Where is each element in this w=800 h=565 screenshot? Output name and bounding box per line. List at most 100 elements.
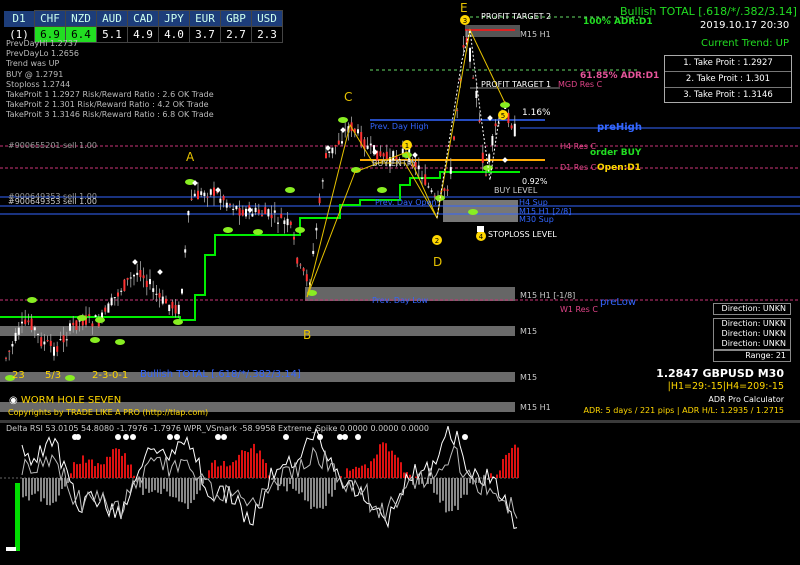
spike-dot xyxy=(355,434,361,440)
histogram-bar xyxy=(346,468,348,478)
histogram-bar xyxy=(385,443,387,478)
candle-body xyxy=(104,307,107,312)
svg-text:4: 4 xyxy=(479,233,484,241)
candle-body xyxy=(107,303,110,313)
histogram-bar xyxy=(439,478,441,503)
candle-body xyxy=(165,298,167,304)
histogram-bar xyxy=(310,478,312,509)
histogram-bar xyxy=(28,478,30,501)
candle-body xyxy=(289,221,292,226)
order-label[interactable]: #900655201 sell 1.00 xyxy=(8,141,97,150)
candle-body xyxy=(321,180,324,182)
ccy-value: 2.7 xyxy=(220,26,252,43)
candle-body xyxy=(158,293,161,298)
candle-body xyxy=(56,346,59,352)
histogram-bar xyxy=(55,478,57,502)
histogram-bar xyxy=(124,453,126,478)
candle-body xyxy=(257,209,260,214)
histogram-bar xyxy=(238,454,240,478)
candle-body xyxy=(379,151,382,157)
count-2301-label: 2-3-0-1 xyxy=(92,370,129,381)
prev-day-high-label: Prev. Day High xyxy=(370,122,429,131)
candle-body xyxy=(433,195,436,197)
candle-body xyxy=(219,198,222,203)
candle-body xyxy=(190,198,193,200)
candle-body xyxy=(366,145,369,149)
candle-body xyxy=(75,320,78,330)
histogram-bar xyxy=(178,478,180,502)
info-line: TakeProit 2 1.301 Risk/Reward Ratio : 4.… xyxy=(6,100,209,110)
candle-body xyxy=(261,214,263,216)
candle-body xyxy=(200,191,203,195)
histogram-bar xyxy=(208,470,210,478)
take-profit-3: 3. Take Proit : 1.3146 xyxy=(683,90,773,100)
histogram-bar xyxy=(22,478,24,498)
m15-h1-fib-label: M15 H1 [-1/8] xyxy=(520,291,576,300)
svg-text:3: 3 xyxy=(463,17,467,25)
h4-sup-label: H4 Sup xyxy=(519,198,548,207)
indicator-subwindow[interactable]: Delta RSI 53.0105 54.8080 -1.7976 -1.797… xyxy=(0,423,800,565)
candle-body xyxy=(254,207,257,213)
histogram-bar xyxy=(25,478,27,497)
candle-body xyxy=(65,339,68,341)
histogram-bar xyxy=(490,473,492,478)
fractal-marker xyxy=(27,297,37,303)
histogram-bar xyxy=(106,456,108,478)
pivot-marker xyxy=(502,157,508,163)
worm-hole-label: ◉ WORM HOLE SEVEN xyxy=(9,395,121,406)
pivot-marker xyxy=(215,187,221,193)
candle-body xyxy=(149,279,151,285)
d1-res-label: D1 Res C xyxy=(560,163,597,172)
fractal-marker xyxy=(77,315,87,321)
histogram-bar xyxy=(265,463,267,478)
histogram-bar xyxy=(85,462,87,478)
adr-info-label: ADR: 5 days / 221 pips | ADR H/L: 1.2935… xyxy=(583,406,784,415)
histogram-bar xyxy=(289,478,291,484)
count-23-label: 23 xyxy=(12,370,25,381)
range-label: Range: 21 xyxy=(745,351,786,360)
direction-row: Direction: UNKN xyxy=(721,329,786,338)
histogram-bar xyxy=(226,466,228,478)
direction-box: Direction: UNKN Direction: UNKN Directio… xyxy=(713,318,791,350)
candle-body xyxy=(283,220,286,225)
histogram-bar xyxy=(244,450,246,478)
histogram-bar xyxy=(190,478,192,504)
histogram-bar xyxy=(409,474,411,478)
bullish-bottom-label: Bullish TOTAL [.618/*/.382/3.14] xyxy=(140,369,301,380)
candle-body xyxy=(427,186,430,188)
info-line: Trend was UP xyxy=(6,59,60,69)
candle-body xyxy=(270,214,273,219)
histogram-bar xyxy=(112,449,114,478)
candle-body xyxy=(126,278,129,280)
pivot-marker xyxy=(247,207,253,213)
svg-text:5: 5 xyxy=(501,112,505,120)
datetime-label: 2019.10.17 20:30 xyxy=(700,20,790,31)
dashed-zigzag xyxy=(436,29,501,219)
main-chart-pane[interactable]: 3 1 5 2 4 D1 CHF NZD AUD CAD JPY EUR GBP… xyxy=(0,0,800,420)
histogram-bar xyxy=(172,478,174,498)
histogram-bar xyxy=(151,478,153,492)
candle-body xyxy=(302,268,305,272)
histogram-bar xyxy=(82,455,84,478)
wave-a-label: A xyxy=(186,150,195,164)
svg-text:1: 1 xyxy=(405,142,409,150)
histogram-bar xyxy=(214,460,216,478)
histogram-bar xyxy=(73,462,75,478)
candle-body xyxy=(161,296,164,304)
candle-body xyxy=(312,250,315,254)
count-53-label: 5/3 xyxy=(45,370,62,381)
histogram-bar xyxy=(115,448,117,478)
profit-target-1-label: PROFIT TARGET 1 xyxy=(481,80,552,89)
histogram-bar xyxy=(460,478,462,498)
histogram-bar xyxy=(37,478,39,492)
spike-bar xyxy=(15,483,20,551)
candle-body xyxy=(513,123,516,137)
histogram-bar xyxy=(442,478,444,501)
candle-body xyxy=(280,213,283,218)
buy-level-label: BUY LEVEL xyxy=(494,186,538,195)
order-label[interactable]: #900649353 sell 1.00 xyxy=(8,197,97,206)
histogram-bar xyxy=(496,474,498,478)
wave-b-label: B xyxy=(303,328,312,342)
candle-body xyxy=(136,272,139,276)
candle-body xyxy=(133,274,135,277)
